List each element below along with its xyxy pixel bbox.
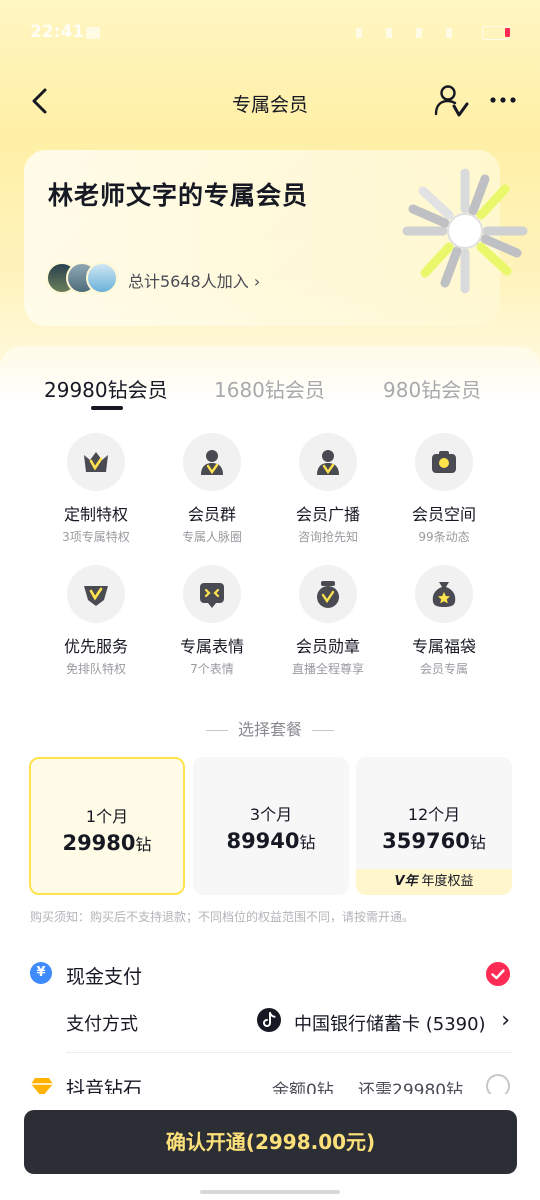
emoji-icon [200,583,224,608]
benefit-icon-bg [299,433,357,491]
divider-dash [312,730,334,731]
benefit-label: 专属福袋 [411,637,476,656]
benefit-label: 会员群 [187,505,236,524]
benefit-label: 会员广播 [295,505,360,524]
status-bar: 22:41 [0,0,540,64]
checked-icon [486,962,510,986]
plan-duration: 1个月 [85,807,129,826]
payment-method-value: 中国银行储蓄卡 (5390) [294,1014,486,1035]
divider [66,1052,512,1053]
benefit-sub: 免排队特权 [65,662,126,676]
priority-icon [84,586,108,606]
benefit-icon-bg [67,565,125,623]
membership-badge-icon [402,168,528,294]
benefit-lucky-bag[interactable]: 专属福袋 会员专属 [378,565,510,685]
benefit-icon-bg [299,565,357,623]
tier-tabs: 29980钻会员 1680钻会员 980钻会员 [0,366,540,416]
benefit-priority-service[interactable]: 优先服务 免排队特权 [30,565,162,685]
purchase-notice: 购买须知：购买后不支持退款；不同档位的权益范围不同，请按需开通。 [30,910,415,924]
crown-icon [84,452,108,472]
broadcast-icon [317,450,339,475]
plan-price: 29980钻 [31,831,183,855]
benefit-icon-bg [183,433,241,491]
screen-record-icon [86,27,100,39]
tab-980[interactable]: 980钻会员 [383,374,481,403]
tab-1680[interactable]: 1680钻会员 [214,374,325,403]
benefit-exclusive-emoji[interactable]: 专属表情 7个表情 [146,565,278,685]
chevron-right-icon: › [501,1008,510,1033]
divider-dash [205,730,228,731]
benefit-label: 优先服务 [63,637,128,656]
benefit-member-broadcast[interactable]: 会员广播 咨询抢先知 [262,433,394,553]
plan-price: 359760钻 [356,829,512,853]
plan-price-value: 29980 [62,831,136,855]
plan-duration: 12个月 [407,805,461,824]
benefit-sub: 直播全程尊享 [291,662,364,676]
battery-icon [482,26,510,40]
plan-price-unit: 钻 [135,835,152,854]
more-icon[interactable] [488,90,518,110]
benefit-label: 专属表情 [179,637,244,656]
douyin-pay-icon [257,1008,281,1032]
annual-benefit-badge: V年 年度权益 [356,869,512,895]
annual-badge-logo: V年 [394,874,418,889]
cash-payment-label: 现金支付 [66,966,143,988]
benefit-label: 定制特权 [63,505,128,524]
plan-price: 89940钻 [193,829,349,853]
benefit-sub: 3项专属特权 [62,530,130,544]
plan-12-months[interactable]: 12个月 359760钻 V年 年度权益 [356,757,512,895]
chevron-right-icon: › [253,272,261,291]
group-icon [201,450,223,475]
plan-3-months[interactable]: 3个月 89940钻 [193,757,349,895]
plan-duration: 3个月 [249,805,293,824]
medal-icon [317,581,339,608]
benefit-sub: 99条动态 [418,530,470,544]
plan-price-unit: 钻 [469,833,486,852]
tab-29980[interactable]: 29980钻会员 [44,374,168,403]
benefit-label: 会员空间 [411,505,476,524]
benefit-label: 会员勋章 [295,637,360,656]
member-count-text: 总计5648人加入 [128,272,249,291]
benefit-icon-bg [415,433,473,491]
benefit-icon-bg [67,433,125,491]
payment-method-label: 支付方式 [66,1014,138,1035]
home-indicator [200,1190,340,1194]
confirm-subscribe-button[interactable]: 确认开通(2998.00元) [24,1110,517,1174]
plan-price-value: 359760 [382,829,470,853]
benefit-custom-privilege[interactable]: 定制特权 3项专属特权 [30,433,162,553]
lucky-bag-icon [432,582,456,607]
benefit-sub: 咨询抢先知 [297,530,358,544]
avatar [86,262,118,294]
nav-bar: 专属会员 [0,70,540,134]
active-tab-indicator [91,406,123,410]
annual-badge-text: 年度权益 [421,874,474,889]
benefit-icon-bg [415,565,473,623]
camera-icon [432,451,456,473]
benefit-member-medal[interactable]: 会员勋章 直播全程尊享 [262,565,394,685]
benefit-member-space[interactable]: 会员空间 99条动态 [378,433,510,553]
plan-section-label: 选择套餐 [237,720,302,739]
benefit-sub: 专属人脉圈 [181,530,242,544]
membership-title: 林老师文字的专属会员 [48,181,309,210]
plan-1-month[interactable]: 1个月 29980钻 [29,757,185,895]
benefit-sub: 7个表情 [190,662,234,676]
benefit-icon-bg [183,565,241,623]
status-time: 22:41 [30,22,85,42]
yen-icon: ¥ [30,962,52,984]
member-count-link[interactable]: 总计5648人加入 › [128,268,260,292]
cash-payment-option[interactable]: ¥ 现金支付 [30,962,512,988]
plan-price-value: 89940 [226,829,300,853]
plan-section-title: 选择套餐 [0,716,540,740]
member-avatars[interactable] [46,262,126,298]
plan-price-unit: 钻 [299,833,316,852]
member-profile-icon[interactable] [434,84,470,118]
benefit-sub: 会员专属 [419,662,468,676]
payment-method-row[interactable]: 支付方式 中国银行储蓄卡 (5390) › [30,1008,512,1036]
benefit-member-group[interactable]: 会员群 专属人脉圈 [146,433,278,553]
